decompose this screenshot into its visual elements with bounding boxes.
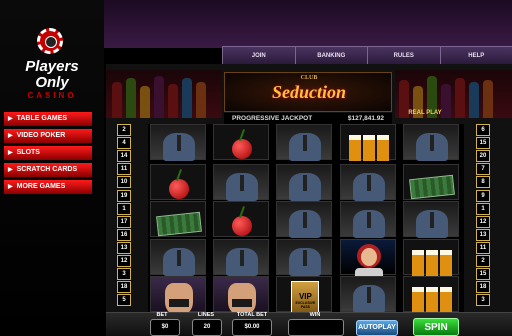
- logo-word-players: Players: [25, 58, 79, 75]
- payline-marker[interactable]: 16: [117, 228, 131, 241]
- symbol-cash-icon: [150, 201, 206, 238]
- total-bet-box: $0.00: [232, 319, 272, 336]
- symbol-vip-icon: VIP EXCLUSIVE PASS: [276, 276, 333, 318]
- symbol-dancer-icon: [213, 276, 270, 316]
- symbol-cheers-icon: [402, 124, 459, 161]
- payline-marker[interactable]: 18: [476, 281, 490, 294]
- menu-item-scratch-cards[interactable]: ▶ SCRATCH CARDS: [4, 163, 92, 177]
- symbol-woman-icon: [339, 238, 396, 282]
- symbol-beer-icon: [339, 124, 396, 161]
- menu-item-slots[interactable]: ▶ SLOTS: [4, 146, 92, 160]
- win-box: [288, 319, 344, 336]
- players-only-logo[interactable]: Players Only CASINO: [4, 22, 100, 102]
- payline-marker[interactable]: 15: [476, 268, 490, 281]
- symbol-cheers-icon: [213, 238, 270, 276]
- symbol-cheers-icon: [276, 238, 333, 276]
- game-menu: ▶ TABLE GAMES ▶ VIDEO POKER ▶ SLOTS ▶ SCRATC…: [4, 112, 92, 197]
- payline-marker[interactable]: 11: [117, 163, 131, 176]
- symbol-dancer-icon: [150, 276, 206, 316]
- reel-4: [338, 124, 398, 314]
- payline-marker[interactable]: 18: [117, 281, 131, 294]
- symbol-cheers-icon: [339, 276, 396, 314]
- payline-marker[interactable]: 15: [476, 137, 490, 150]
- payline-marker[interactable]: 9: [476, 189, 490, 202]
- symbol-cheers-icon: [150, 124, 206, 161]
- lines-box[interactable]: 20: [192, 319, 222, 336]
- lines-label: LINES: [197, 312, 215, 318]
- symbol-cheers-icon: [339, 163, 396, 201]
- menu-item-more-games[interactable]: ▶ MORE GAMES: [4, 180, 92, 194]
- logo-word-casino: CASINO: [27, 91, 77, 100]
- reel-1: [148, 124, 208, 316]
- payline-marker[interactable]: 7: [476, 163, 490, 176]
- symbol-cheers-icon: [276, 163, 333, 201]
- title-seduction: Seduction: [271, 82, 346, 102]
- payline-marker[interactable]: 2: [476, 255, 490, 267]
- top-banner: [104, 0, 512, 48]
- payline-marker[interactable]: 13: [476, 228, 490, 241]
- symbol-cherry-icon: [150, 163, 206, 200]
- reel-3: VIP EXCLUSIVE PASS: [274, 124, 334, 318]
- payline-marker[interactable]: 3: [476, 294, 490, 307]
- arrow-right-icon: ▶: [8, 167, 13, 173]
- symbol-beer-icon: [402, 238, 459, 276]
- menu-item-video-poker[interactable]: ▶ VIDEO POKER: [4, 129, 92, 143]
- poker-chip-icon: [37, 28, 63, 54]
- reel-5: [401, 124, 461, 314]
- reels-grid: VIP EXCLUSIVE PASS: [148, 124, 464, 318]
- payline-marker[interactable]: 4: [117, 137, 131, 150]
- bet-box[interactable]: $0: [150, 319, 180, 336]
- arrow-right-icon: ▶: [8, 150, 13, 156]
- payline-marker[interactable]: 12: [476, 215, 490, 228]
- symbol-cherry-icon: [213, 124, 270, 160]
- nav-help[interactable]: HELP: [439, 47, 512, 64]
- payline-marker[interactable]: 8: [476, 176, 490, 189]
- symbol-cheers-icon: [150, 238, 206, 276]
- nav-rules[interactable]: RULES: [367, 47, 440, 64]
- win-label: WIN: [309, 312, 321, 318]
- arrow-right-icon: ▶: [8, 133, 13, 139]
- arrow-right-icon: ▶: [8, 116, 13, 122]
- reel-2: [211, 124, 271, 316]
- menu-item-table-games[interactable]: ▶ TABLE GAMES: [4, 112, 92, 126]
- symbol-cheers-icon: [276, 201, 333, 239]
- payline-marker[interactable]: 2: [117, 124, 131, 136]
- arrow-right-icon: ▶: [8, 184, 13, 190]
- payline-marker[interactable]: 3: [117, 268, 131, 281]
- payline-marker[interactable]: 20: [476, 150, 490, 163]
- payline-marker[interactable]: 19: [117, 189, 131, 202]
- payline-marker[interactable]: 14: [117, 150, 131, 163]
- symbol-cash-icon: [402, 163, 459, 200]
- payline-marker[interactable]: 12: [117, 255, 131, 267]
- symbol-cherry-icon: [213, 201, 270, 238]
- symbol-cheers-icon: [213, 163, 270, 201]
- logo-word-only: Only: [35, 74, 69, 91]
- bet-label: BET: [156, 312, 168, 318]
- payline-marker[interactable]: 17: [117, 215, 131, 228]
- nav-banking[interactable]: BANKING: [294, 47, 368, 64]
- symbol-beer-icon: [402, 276, 459, 314]
- top-nav: JOIN BANKING RULES HELP: [222, 46, 512, 64]
- game-title: CLUB Seduction: [224, 72, 392, 112]
- payline-marker[interactable]: 10: [117, 176, 131, 189]
- title-club: CLUB: [300, 75, 318, 81]
- autoplay-button[interactable]: AUTOPLAY: [356, 320, 398, 336]
- symbol-cheers-icon: [276, 124, 333, 161]
- sidebar: Players Only CASINO ▶ TABLE GAMES ▶ VIDEO …: [0, 0, 104, 336]
- nav-join[interactable]: JOIN: [222, 47, 295, 64]
- bar-bottles-left: [106, 70, 222, 118]
- payline-marker[interactable]: 1: [476, 202, 490, 215]
- payline-marker[interactable]: 11: [476, 241, 490, 254]
- symbol-cheers-icon: [402, 201, 459, 239]
- payline-marker[interactable]: 6: [476, 124, 490, 136]
- spin-button[interactable]: SPIN: [413, 318, 459, 336]
- payline-marker[interactable]: 5: [117, 294, 131, 307]
- symbol-cheers-icon: [339, 201, 396, 239]
- real-play-label: REAL PLAY: [408, 110, 442, 116]
- total-bet-label: TOTAL BET: [236, 312, 268, 318]
- payline-marker[interactable]: 1: [117, 202, 131, 215]
- payline-marker[interactable]: 13: [117, 241, 131, 254]
